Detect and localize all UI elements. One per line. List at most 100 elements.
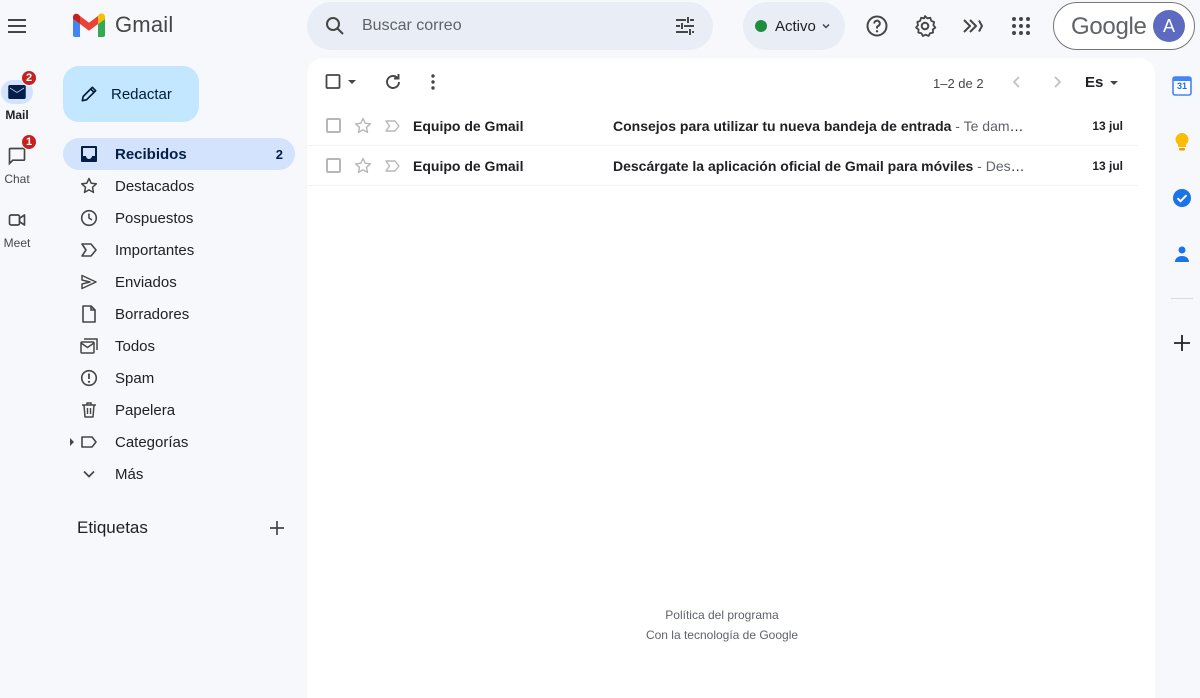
- main-menu-button[interactable]: [5, 14, 29, 38]
- rail-app-chat[interactable]: 1 Chat: [0, 134, 37, 186]
- help-icon[interactable]: [865, 14, 889, 38]
- rail-meet-label: Meet: [3, 236, 31, 250]
- gmail-logo[interactable]: Gmail: [73, 12, 173, 38]
- expand-caret-icon[interactable]: [68, 437, 76, 447]
- all-mail-icon: [80, 338, 98, 354]
- star-icon[interactable]: [354, 117, 372, 135]
- inbox-icon: [81, 146, 97, 162]
- caret-down-icon: [1110, 80, 1119, 85]
- apps-grid-icon[interactable]: [1009, 14, 1033, 38]
- chat-icon: [8, 147, 26, 166]
- mail-badge: 2: [21, 70, 37, 86]
- label-icon: [81, 436, 97, 448]
- nav-item-drafts[interactable]: Borradores: [63, 298, 295, 330]
- email-subject-snippet: Consejos para utilizar tu nueva bandeja …: [613, 118, 1027, 134]
- clock-icon: [80, 209, 98, 227]
- nav-item-more[interactable]: Más: [63, 458, 295, 490]
- contacts-icon[interactable]: [1171, 243, 1193, 265]
- row-checkbox[interactable]: [326, 118, 341, 133]
- avatar: A: [1153, 10, 1185, 42]
- google-wordmark: Google: [1071, 13, 1147, 40]
- email-row[interactable]: Equipo de Gmail Consejos para utilizar t…: [307, 106, 1139, 146]
- email-subject: Descárgate la aplicación oficial de Gmai…: [613, 158, 974, 174]
- status-label: Activo: [775, 17, 816, 35]
- chevron-down-icon: [83, 470, 95, 478]
- nav-label-trash: Papelera: [115, 402, 176, 419]
- email-date: 13 jul: [1092, 159, 1123, 173]
- powered-by-text: Con la tecnología de Google: [645, 628, 799, 642]
- nav-label-important: Importantes: [115, 242, 195, 259]
- keep-icon[interactable]: [1171, 131, 1193, 153]
- nav-item-snoozed[interactable]: Pospuestos: [63, 202, 295, 234]
- nav-label-all-mail: Todos: [115, 338, 156, 355]
- chevron-left-icon[interactable]: [1005, 70, 1029, 94]
- chevron-down-icon: [822, 23, 830, 29]
- email-separator: -: [973, 158, 986, 174]
- nav-label-starred: Destacados: [115, 178, 195, 195]
- tasks-icon[interactable]: [1171, 187, 1193, 209]
- gemini-icon[interactable]: [961, 14, 985, 38]
- search-icon[interactable]: [323, 14, 347, 38]
- email-row[interactable]: Equipo de Gmail Descárgate la aplicación…: [307, 146, 1139, 186]
- nav-label-drafts: Borradores: [115, 306, 190, 323]
- email-date: 13 jul: [1092, 119, 1123, 133]
- mail-icon: [8, 85, 26, 99]
- inbox-unread-count: 2: [275, 147, 283, 162]
- rail-chat-pill: 1: [1, 134, 37, 168]
- nav-item-spam[interactable]: Spam: [63, 362, 295, 394]
- calendar-app-button[interactable]: 31: [1171, 75, 1193, 97]
- pagination-text: 1–2 de 2: [933, 76, 984, 91]
- nav-item-sent[interactable]: Enviados: [63, 266, 295, 298]
- chevron-right-icon[interactable]: [1045, 70, 1069, 94]
- side-panel-divider: [1171, 298, 1193, 299]
- rail-meet-pill: [1, 208, 33, 232]
- compose-label: Redactar: [111, 85, 172, 103]
- rail-mail-label: Mail: [5, 108, 29, 122]
- add-label-icon[interactable]: [267, 518, 287, 538]
- nav-label-inbox: Recibidos: [115, 146, 187, 163]
- app-rail: 2 Mail 1 Chat Meet: [0, 0, 51, 698]
- email-subject: Consejos para utilizar tu nueva bandeja …: [613, 118, 952, 134]
- draft-icon: [82, 305, 96, 323]
- main-panel: 1–2 de 2 Es Equipo de Gmail Consejos par…: [307, 58, 1155, 698]
- trash-icon: [82, 402, 96, 418]
- email-separator: -: [951, 118, 964, 134]
- status-dot: [755, 20, 767, 32]
- important-marker-icon[interactable]: [385, 118, 401, 134]
- star-icon[interactable]: [354, 157, 372, 175]
- nav-item-inbox[interactable]: Recibidos 2: [63, 138, 295, 170]
- nav-item-trash[interactable]: Papelera: [63, 394, 295, 426]
- status-selector[interactable]: Activo: [743, 2, 845, 50]
- nav-item-starred[interactable]: Destacados: [63, 170, 295, 202]
- calendar-day: 31: [1176, 81, 1187, 91]
- search-options-icon[interactable]: [673, 14, 697, 38]
- meet-icon: [8, 214, 26, 226]
- chat-badge: 1: [21, 134, 37, 150]
- nav-item-all-mail[interactable]: Todos: [63, 330, 295, 362]
- add-addon-icon[interactable]: [1171, 332, 1193, 354]
- rail-app-mail[interactable]: 2 Mail: [0, 70, 37, 122]
- important-icon: [81, 243, 97, 257]
- folder-nav: Recibidos 2 Destacados Pospuestos Import…: [63, 138, 295, 490]
- search-input[interactable]: [362, 14, 662, 38]
- important-marker-icon[interactable]: [385, 158, 401, 174]
- program-policy-link[interactable]: Política del programa: [307, 608, 1137, 622]
- more-vert-icon[interactable]: [421, 70, 445, 94]
- refresh-icon[interactable]: [381, 70, 405, 94]
- select-all-checkbox[interactable]: [323, 70, 361, 94]
- compose-button[interactable]: Redactar: [63, 66, 199, 122]
- rail-app-meet[interactable]: Meet: [0, 208, 34, 250]
- row-checkbox[interactable]: [326, 158, 341, 173]
- gmail-m-icon: [73, 13, 105, 37]
- pencil-icon: [81, 86, 97, 102]
- settings-gear-icon[interactable]: [913, 14, 937, 38]
- search-bar[interactable]: [307, 2, 713, 50]
- account-button[interactable]: Google A: [1053, 2, 1195, 50]
- nav-item-categories[interactable]: Categorías: [63, 426, 295, 458]
- labels-heading: Etiquetas: [77, 518, 148, 537]
- input-language-selector[interactable]: Es: [1085, 74, 1121, 91]
- send-icon: [81, 274, 97, 290]
- nav-label-categories: Categorías: [115, 434, 189, 451]
- nav-item-important[interactable]: Importantes: [63, 234, 295, 266]
- rail-chat-label: Chat: [4, 172, 30, 186]
